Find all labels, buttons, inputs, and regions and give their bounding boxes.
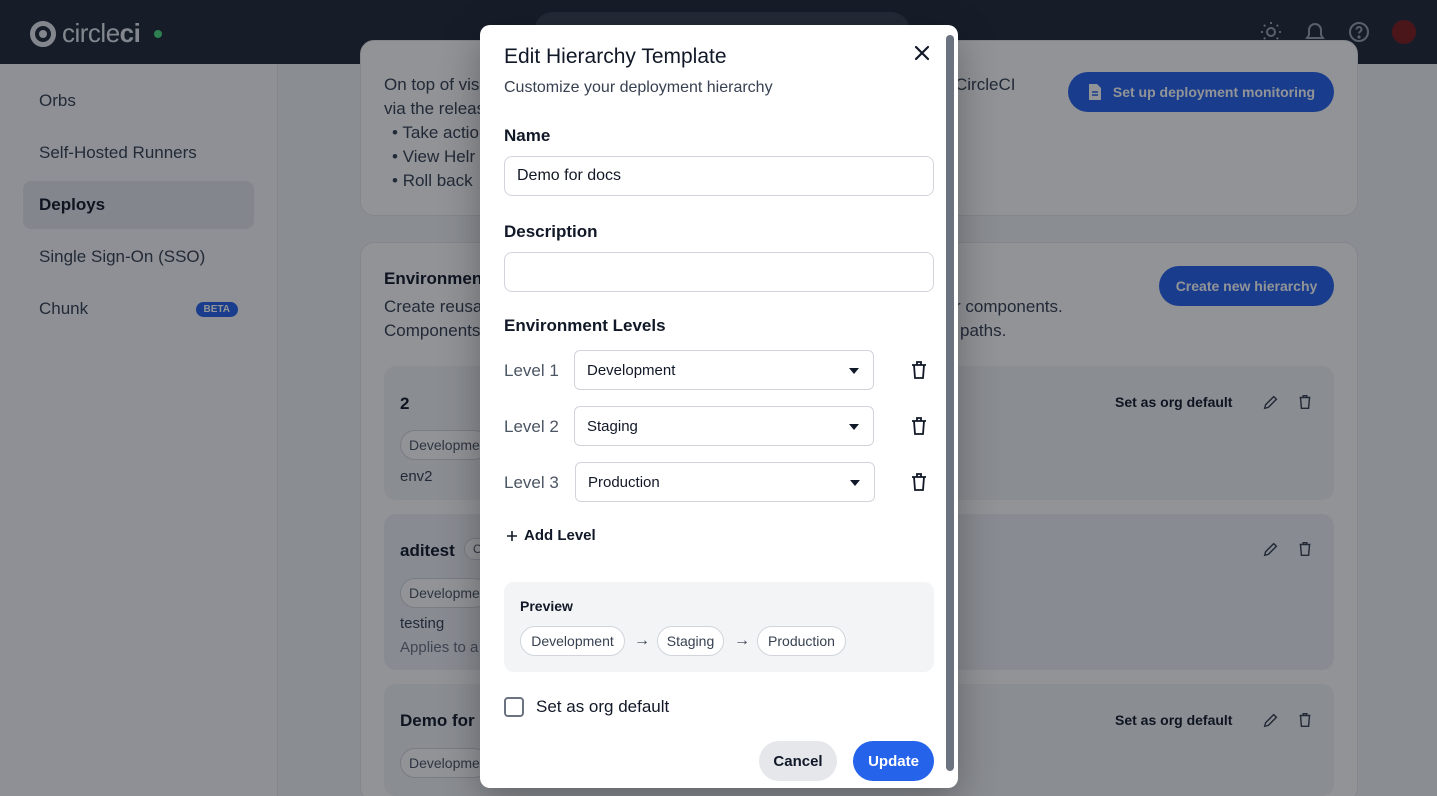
update-button[interactable]: Update — [853, 741, 934, 781]
name-input[interactable]: Demo for docs — [504, 156, 934, 196]
org-default-checkbox[interactable] — [504, 697, 524, 717]
level-select-value: Staging — [587, 417, 638, 435]
preview-chip: Development — [520, 626, 625, 656]
level-select[interactable]: Staging — [574, 406, 874, 446]
preview-title: Preview — [520, 598, 573, 614]
preview-chip: Production — [757, 626, 846, 656]
add-level-label: Add Level — [524, 527, 596, 544]
delete-level-trash-icon[interactable] — [908, 471, 930, 493]
level-select[interactable]: Production — [575, 462, 875, 502]
modal-scrollbar[interactable] — [946, 35, 954, 771]
edit-hierarchy-modal: Edit Hierarchy Template Customize your d… — [480, 25, 958, 788]
level-select-value: Production — [588, 473, 660, 491]
modal-title: Edit Hierarchy Template — [504, 45, 727, 68]
description-label: Description — [504, 222, 598, 241]
level-label: Level 1 — [504, 361, 559, 380]
hierarchy-preview: Preview Development → Staging → Producti… — [504, 582, 934, 672]
name-label: Name — [504, 126, 551, 145]
plus-icon — [507, 530, 517, 541]
org-default-label[interactable]: Set as org default — [536, 697, 669, 717]
arrow-right-icon: → — [634, 632, 650, 649]
chevron-down-icon — [850, 480, 860, 486]
cancel-button[interactable]: Cancel — [759, 741, 837, 781]
level-label: Level 3 — [504, 473, 559, 492]
level-select-value: Development — [587, 361, 676, 379]
description-input[interactable] — [504, 252, 934, 292]
level-select[interactable]: Development — [574, 350, 874, 390]
arrow-right-icon: → — [734, 632, 750, 649]
delete-level-trash-icon[interactable] — [908, 359, 930, 381]
close-icon[interactable] — [912, 43, 932, 63]
chevron-down-icon — [849, 368, 859, 374]
delete-level-trash-icon[interactable] — [908, 415, 930, 437]
preview-chip: Staging — [657, 626, 724, 656]
add-level-button[interactable]: Add Level — [506, 527, 596, 544]
modal-subtitle: Customize your deployment hierarchy — [504, 79, 773, 96]
environment-levels-label: Environment Levels — [504, 316, 666, 335]
chevron-down-icon — [849, 424, 859, 430]
level-label: Level 2 — [504, 417, 559, 436]
